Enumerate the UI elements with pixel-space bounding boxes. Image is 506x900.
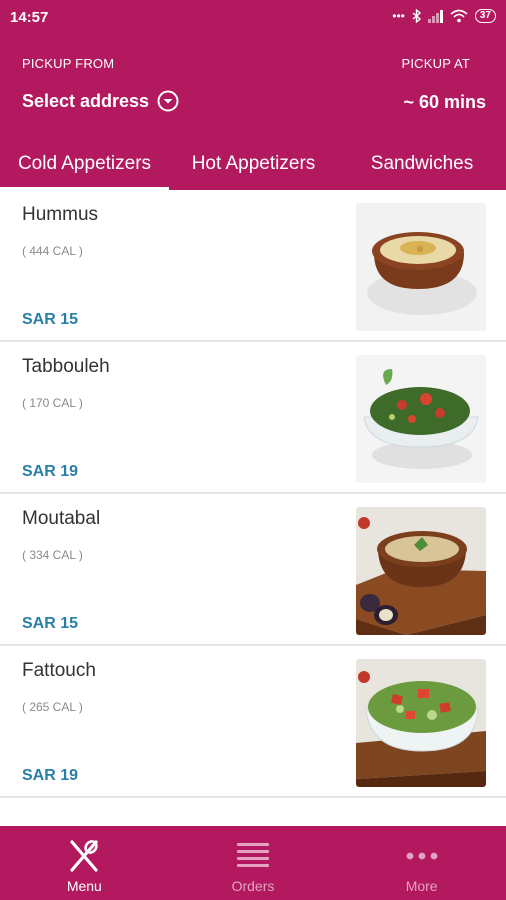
notification-dots-icon: •••: [392, 9, 405, 23]
menu-item-list: Hummus ( 444 CAL ) SAR 15 Tabbouleh ( 17…: [0, 190, 506, 798]
app-header: 14:57 ••• 37 PICKUP FROM PICKUP AT Selec…: [0, 0, 506, 190]
menu-item-hummus[interactable]: Hummus ( 444 CAL ) SAR 15: [0, 190, 506, 342]
nav-orders-label: Orders: [231, 878, 275, 894]
item-price: SAR 15: [22, 311, 79, 328]
item-name: Moutabal: [22, 508, 101, 529]
pickup-time: ~ 60 mins: [403, 92, 486, 112]
list-icon: [235, 838, 271, 874]
item-calories: ( 444 CAL ): [22, 244, 83, 258]
chevron-down-circle-icon: [157, 90, 179, 112]
bottom-navigation: Menu Orders More: [0, 826, 506, 900]
nav-more[interactable]: More: [337, 826, 506, 900]
hummus-image: [356, 203, 486, 331]
select-address-button[interactable]: Select address: [22, 90, 179, 112]
pickup-from-label: PICKUP FROM: [22, 56, 115, 71]
pickup-at-label: PICKUP AT: [401, 56, 470, 71]
item-price: SAR 19: [22, 767, 79, 784]
fork-knife-icon: [66, 838, 102, 874]
menu-item-fattouch[interactable]: Fattouch ( 265 CAL ) SAR 19: [0, 646, 506, 798]
menu-item-moutabal[interactable]: Moutabal ( 334 CAL ) SAR 15: [0, 494, 506, 646]
category-tabs: Cold Appetizers Hot Appetizers Sandwiche…: [0, 138, 506, 190]
moutabal-image: [356, 507, 486, 635]
fattouch-image: [356, 659, 486, 787]
nav-menu-label: Menu: [66, 878, 102, 894]
tab-sandwiches[interactable]: Sandwiches: [338, 138, 506, 190]
tab-hot-appetizers[interactable]: Hot Appetizers: [169, 138, 338, 190]
tabbouleh-image: [356, 355, 486, 483]
item-calories: ( 170 CAL ): [22, 396, 83, 410]
nav-more-label: More: [405, 878, 438, 894]
item-calories: ( 334 CAL ): [22, 548, 83, 562]
item-price: SAR 19: [22, 463, 79, 480]
item-name: Tabbouleh: [22, 356, 110, 377]
bluetooth-icon: [412, 9, 421, 23]
signal-icon: [427, 9, 443, 23]
status-icons: ••• 37: [392, 9, 496, 23]
wifi-icon: [450, 9, 468, 23]
status-time: 14:57: [10, 9, 49, 26]
nav-orders[interactable]: Orders: [169, 826, 338, 900]
address-text: Select address: [22, 90, 150, 111]
item-calories: ( 265 CAL ): [22, 700, 83, 714]
item-name: Hummus: [22, 204, 99, 225]
nav-menu[interactable]: Menu: [0, 826, 169, 900]
battery-icon: 37: [474, 9, 496, 23]
status-bar: 14:57 ••• 37: [0, 0, 506, 36]
item-name: Fattouch: [22, 660, 96, 681]
item-price: SAR 15: [22, 615, 79, 632]
menu-item-tabbouleh[interactable]: Tabbouleh ( 170 CAL ) SAR 19: [0, 342, 506, 494]
more-dots-icon: [404, 838, 440, 874]
tab-cold-appetizers[interactable]: Cold Appetizers: [0, 138, 169, 190]
